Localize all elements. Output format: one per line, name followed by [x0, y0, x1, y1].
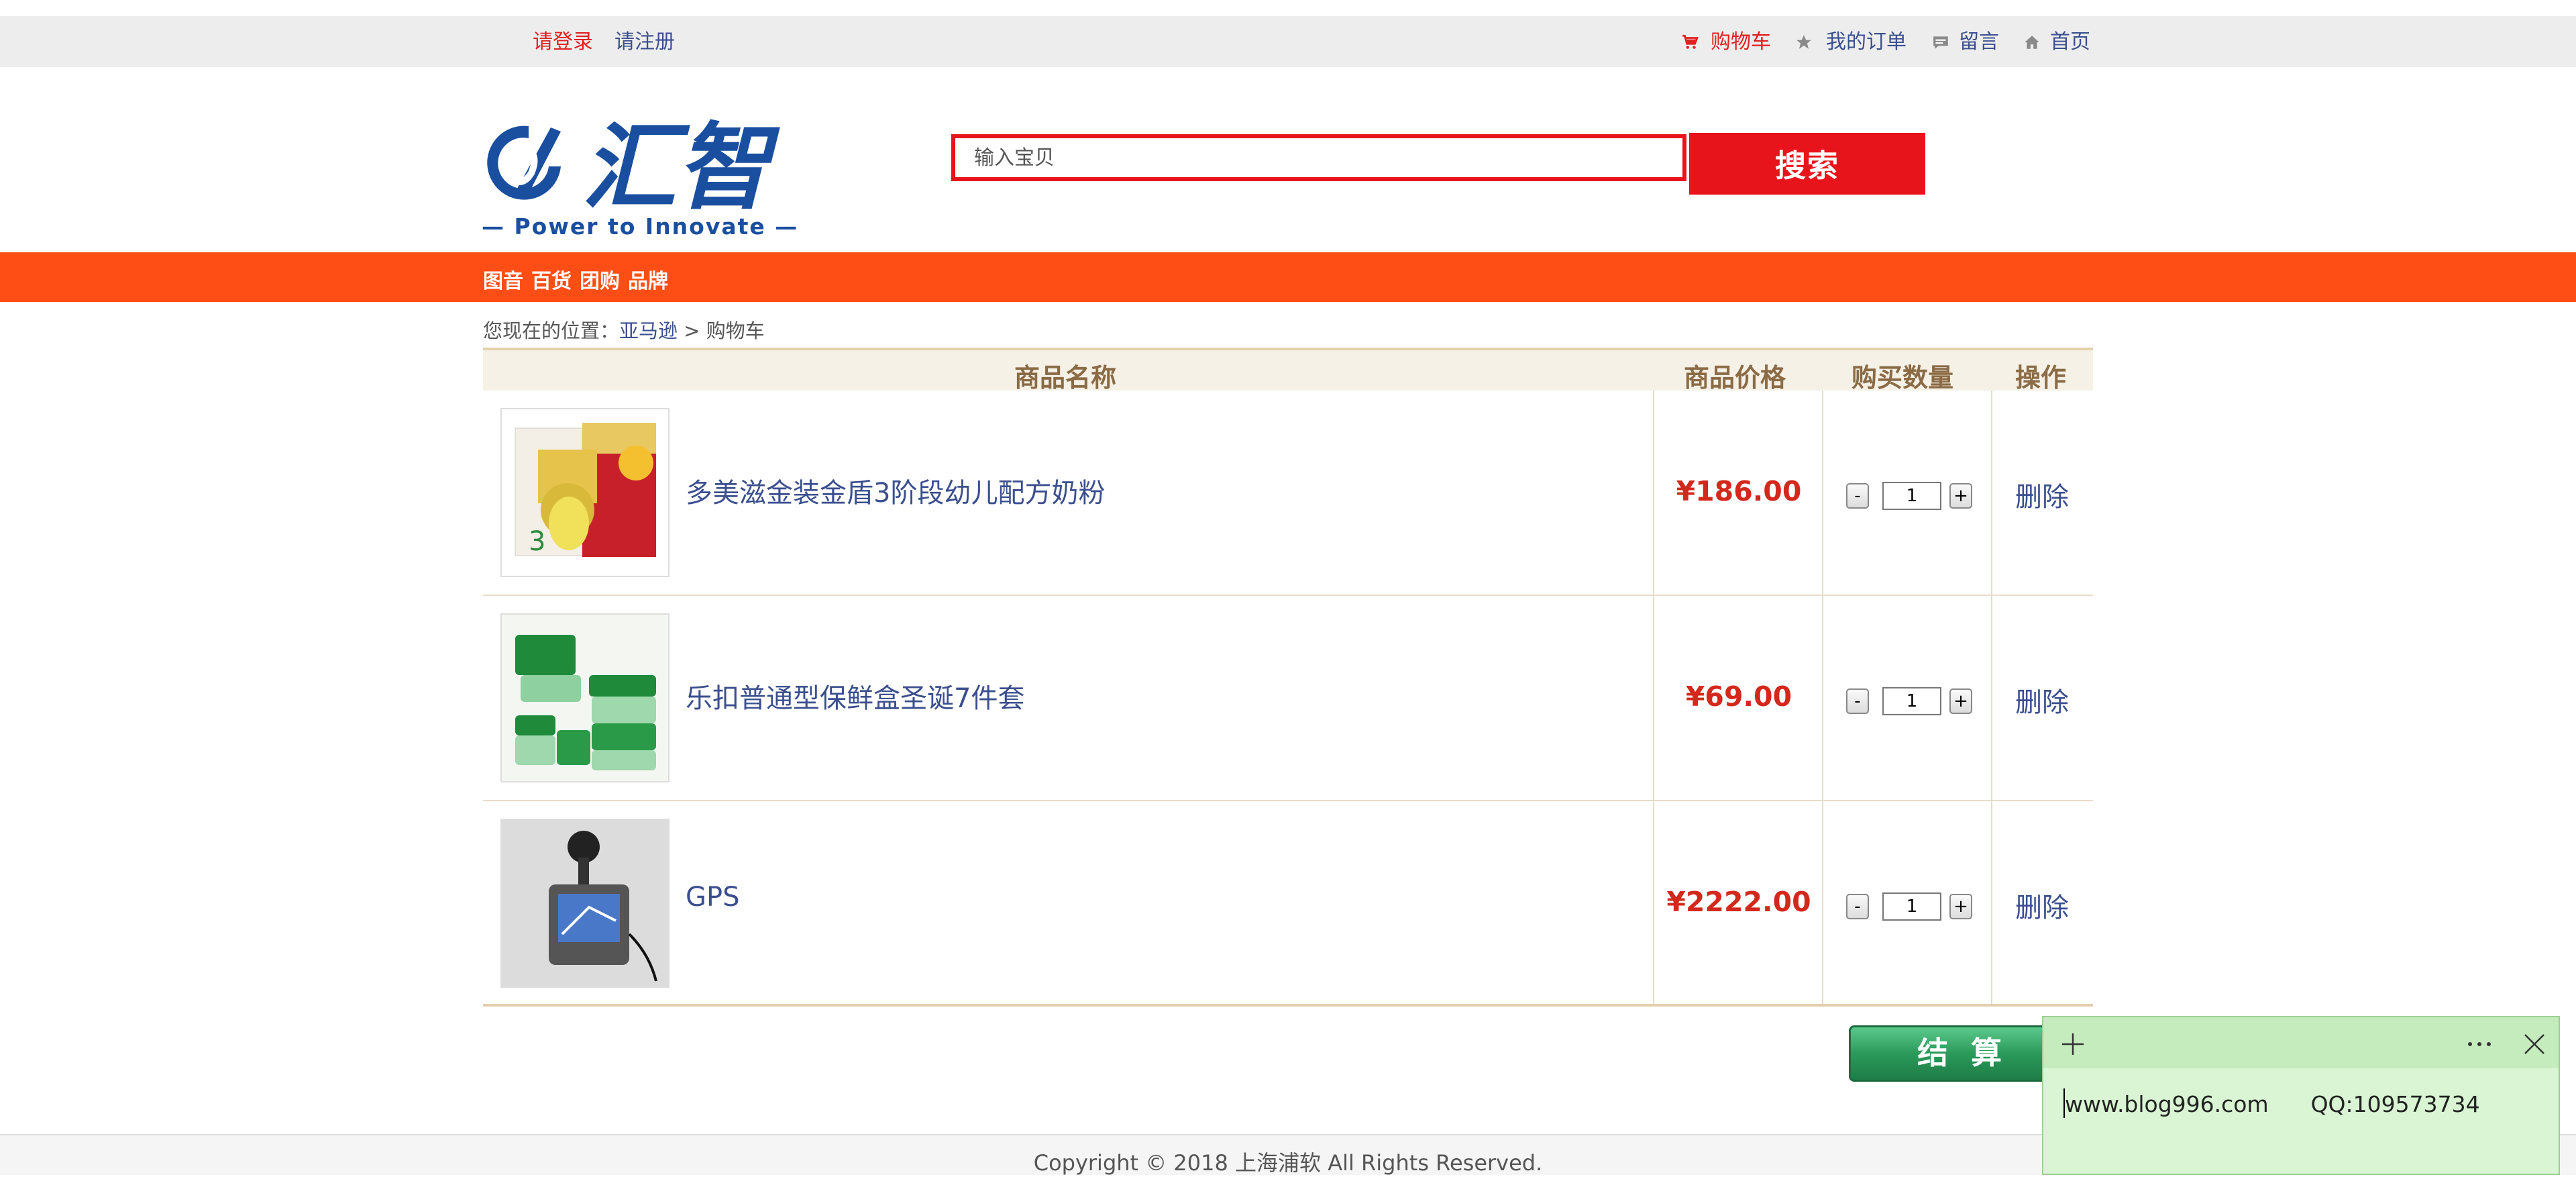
top-bar: 请登录 请注册 购物车 我的订单 留言 首页	[0, 16, 2576, 67]
breadcrumb: 您现在的位置：亚马逊 > 购物车	[483, 315, 765, 344]
product-name-link[interactable]: GPS	[686, 882, 740, 913]
home-icon	[2025, 36, 2039, 49]
logo-mark: 汇智	[487, 113, 780, 223]
header-action: 操作	[2015, 363, 2067, 393]
quantity-stepper: - +	[1846, 891, 1972, 921]
logo-tagline: — Power to Innovate —	[482, 213, 799, 240]
login-link[interactable]: 请登录	[533, 31, 593, 54]
breadcrumb-link-amazon[interactable]: 亚马逊	[619, 319, 678, 342]
cart-icon	[1682, 34, 1699, 49]
star-icon	[1796, 35, 1811, 49]
product-name-link[interactable]: 多美滋金装金盾3阶段幼儿配方奶粉	[686, 471, 1105, 510]
increase-quantity-button[interactable]: +	[1949, 894, 1972, 919]
message-icon	[1933, 36, 1948, 49]
home-link[interactable]: 首页	[2050, 31, 2090, 54]
quantity-input[interactable]	[1882, 687, 1941, 715]
search-input[interactable]	[951, 134, 1686, 181]
nav-item-audio[interactable]: 图音	[483, 264, 523, 294]
my-orders-link[interactable]: 我的订单	[1826, 31, 1907, 54]
delete-link[interactable]: 删除	[2015, 886, 2069, 925]
product-image-gps[interactable]	[500, 819, 669, 988]
product-price: ¥2222.00	[1666, 886, 1811, 918]
decrease-quantity-button[interactable]: -	[1846, 688, 1869, 714]
increase-quantity-button[interactable]: +	[1949, 483, 1972, 509]
delete-link[interactable]: 删除	[2015, 475, 2069, 514]
more-icon[interactable]	[2465, 1031, 2494, 1058]
breadcrumb-current: 购物车	[706, 319, 765, 342]
nav-item-group-buy[interactable]: 团购	[580, 264, 620, 294]
header-price: 商品价格	[1684, 363, 1786, 393]
header-product-name: 商品名称	[1014, 363, 1117, 393]
plus-icon[interactable]	[2059, 1031, 2086, 1058]
category-nav: 图音 百货 团购 品牌	[0, 252, 2576, 302]
product-price: ¥186.00	[1676, 475, 1802, 507]
breadcrumb-separator: >	[678, 319, 706, 342]
cart-table-header: 商品名称 商品价格 购买数量 操作	[483, 348, 2093, 393]
breadcrumb-prefix: 您现在的位置：	[483, 319, 620, 342]
cart-row: 3 多美滋金装金盾3阶段幼儿配方奶粉 ¥186.00 - + 删除	[483, 391, 2093, 596]
quantity-input[interactable]	[1882, 482, 1941, 510]
decrease-quantity-button[interactable]: -	[1846, 894, 1869, 919]
decrease-quantity-button[interactable]: -	[1846, 483, 1869, 509]
header-quantity: 购买数量	[1851, 363, 1954, 393]
delete-link[interactable]: 删除	[2015, 680, 2069, 719]
product-price: ¥69.00	[1685, 680, 1792, 713]
product-image-milk-powder[interactable]: 3	[500, 408, 669, 577]
svg-text:3: 3	[529, 526, 545, 557]
sticky-note-header	[2043, 1017, 2559, 1068]
site-logo[interactable]: 汇智 — Power to Innovate —	[482, 113, 799, 242]
search-button[interactable]: 搜索	[1689, 133, 1925, 195]
cart-link[interactable]: 购物车	[1711, 31, 1771, 54]
sticky-note[interactable]: www.blog996.com QQ:109573734	[2042, 1016, 2560, 1175]
quantity-stepper: - +	[1846, 480, 1972, 510]
increase-quantity-button[interactable]: +	[1949, 688, 1972, 714]
logo-name: 汇智	[582, 114, 780, 215]
register-link[interactable]: 请注册	[614, 31, 675, 54]
close-icon[interactable]	[2521, 1031, 2548, 1058]
message-link[interactable]: 留言	[1959, 31, 1999, 54]
cart-row: 乐扣普通型保鲜盒圣诞7件套 ¥69.00 - + 删除	[483, 596, 2093, 801]
cart-row: GPS ¥2222.00 - + 删除	[483, 801, 2093, 1007]
nav-item-general[interactable]: 百货	[531, 264, 572, 294]
checkout-button[interactable]: 结算	[1849, 1025, 2070, 1082]
product-name-link[interactable]: 乐扣普通型保鲜盒圣诞7件套	[686, 676, 1024, 715]
quantity-input[interactable]	[1882, 892, 1941, 921]
quantity-stepper: - +	[1846, 686, 1972, 715]
sticky-note-text[interactable]: www.blog996.com QQ:109573734	[2065, 1091, 2480, 1117]
product-image-storage-boxes[interactable]	[500, 613, 669, 782]
nav-item-brand[interactable]: 品牌	[628, 264, 668, 294]
